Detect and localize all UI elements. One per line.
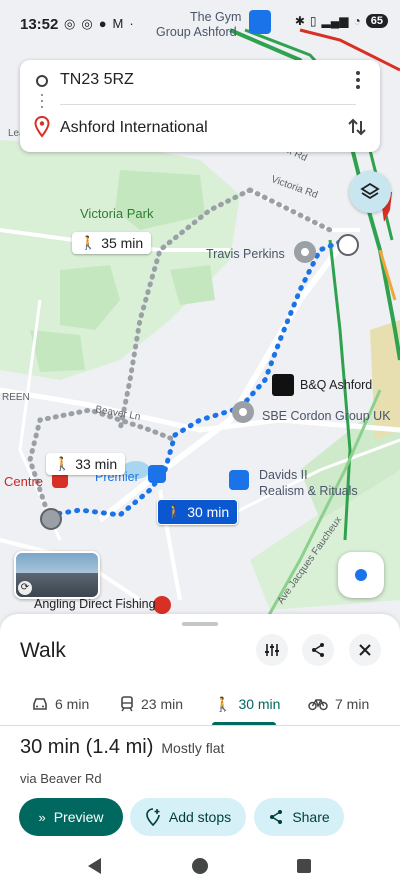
destination-field[interactable]: Ashford International (60, 119, 208, 137)
close-icon (359, 644, 371, 656)
sheet-title: Walk (20, 639, 66, 662)
notification-icons: ◎ ◎ ● M · (64, 16, 134, 32)
tab-drive-label: 6 min (55, 696, 90, 712)
directions-sheet: Walk 6 min 23 min 🚶 30 min 7 min 30 min … (0, 614, 400, 889)
route-input-card: TN23 5RZ Ashford International (20, 60, 380, 152)
origin-row[interactable]: TN23 5RZ (20, 60, 380, 100)
battery-indicator: 65 (365, 14, 388, 28)
bluetooth-icon: ✱ (294, 14, 305, 28)
route-summary: 30 min (1.4 mi) Mostly flat (20, 736, 224, 759)
tab-cycle[interactable]: 7 min (308, 682, 369, 726)
route-via: via Beaver Rd (20, 771, 102, 786)
map-label-bq[interactable]: B&Q Ashford (300, 378, 372, 392)
origin-circle-icon (36, 75, 48, 87)
route-chip-33[interactable]: 🚶 33 min (46, 453, 126, 475)
walk-icon: 🚶 (166, 504, 183, 519)
bike-icon (308, 699, 328, 711)
route-chip-35[interactable]: 🚶 35 min (72, 232, 152, 254)
tab-transit[interactable]: 23 min (120, 682, 183, 726)
map-label-victoria-park[interactable]: Victoria Park (80, 206, 153, 221)
my-location-icon (355, 569, 367, 581)
route-terrain: Mostly flat (161, 740, 225, 756)
route-chip-label: 30 min (187, 504, 230, 520)
tab-drive[interactable]: 6 min (32, 682, 89, 726)
my-location-button[interactable] (338, 552, 384, 598)
more-notifications-icon: · (129, 16, 134, 31)
close-button[interactable] (349, 634, 381, 666)
map-view[interactable]: The Gym Group Ashford Victoria Park Vict… (0, 0, 400, 640)
add-stops-button-label: Add stops (168, 809, 232, 825)
wifi-icon: ◔ (353, 14, 361, 28)
preview-button[interactable]: » Preview (19, 798, 123, 836)
chat-icon: ● (98, 16, 107, 31)
route-chip-label: 33 min (75, 456, 118, 472)
route-chip-selected[interactable]: 🚶 30 min (157, 499, 239, 525)
route-options-button[interactable] (256, 634, 288, 666)
back-icon[interactable] (88, 858, 101, 874)
map-label-sbe[interactable]: SBE Cordon Group UK (262, 409, 391, 423)
route-duration: 30 min (1.4 mi) (20, 736, 154, 758)
map-label-davids-2: Realism & Rituals (259, 484, 358, 498)
field-divider (60, 104, 356, 105)
add-location-icon (146, 808, 160, 826)
preview-button-label: Preview (53, 809, 104, 825)
map-label-centre[interactable]: Centre (4, 474, 43, 489)
map-label-angling[interactable]: Angling Direct Fishing (34, 597, 156, 611)
threads-icon: ◎ (64, 16, 76, 31)
home-icon[interactable] (192, 858, 208, 874)
add-stops-button[interactable]: Add stops (130, 798, 246, 836)
swap-icon[interactable] (346, 116, 368, 138)
tab-transit-label: 23 min (141, 696, 184, 712)
map-label-davids[interactable]: Davids II (259, 468, 308, 482)
tab-cycle-label: 7 min (335, 696, 370, 712)
walk-icon: 🚶 (54, 456, 71, 471)
street-view-thumbnail[interactable]: ⟳ (14, 551, 100, 599)
map-label-reen: REEN (2, 392, 30, 403)
threads-icon: ◎ (81, 16, 93, 31)
vibrate-icon: ▯ (309, 14, 317, 28)
gmail-icon: M (112, 16, 124, 31)
route-chip-label: 35 min (101, 235, 144, 251)
car-icon (33, 698, 47, 710)
map-label-travis-perkins[interactable]: Travis Perkins (206, 247, 285, 261)
signal-icon: ▂▄▆ (321, 14, 349, 28)
walk-icon: 🚶 (214, 695, 232, 712)
destination-row[interactable]: Ashford International (20, 108, 380, 148)
share-button-label: Share (292, 809, 330, 825)
rotate-360-icon: ⟳ (18, 581, 32, 595)
location-pin-icon (34, 116, 50, 138)
layers-button[interactable] (349, 171, 391, 213)
travel-mode-tabs: 6 min 23 min 🚶 30 min 7 min (0, 682, 400, 726)
share-route-button[interactable] (302, 634, 334, 666)
system-nav-bar (0, 844, 400, 889)
recents-icon[interactable] (297, 859, 311, 873)
layers-icon (360, 182, 380, 200)
origin-field[interactable]: TN23 5RZ (60, 71, 134, 89)
share-icon (312, 643, 324, 657)
tab-walk[interactable]: 🚶 30 min (214, 682, 280, 726)
tab-walk-label: 30 min (238, 696, 281, 712)
status-bar: 13:52 ◎ ◎ ● M · ✱ ▯ ▂▄▆ ◔ 65 (0, 0, 400, 48)
active-tab-indicator (212, 722, 276, 725)
chevrons-right-icon: » (38, 809, 46, 825)
tune-icon (265, 644, 279, 656)
walk-icon: 🚶 (80, 235, 97, 250)
sheet-drag-handle[interactable] (182, 622, 218, 626)
share-button[interactable]: Share (254, 798, 344, 836)
share-icon (270, 810, 283, 824)
system-icons: ✱ ▯ ▂▄▆ ◔ 65 (295, 14, 388, 28)
more-options-icon[interactable] (348, 70, 368, 90)
train-icon (121, 696, 133, 712)
status-time: 13:52 (20, 16, 59, 33)
